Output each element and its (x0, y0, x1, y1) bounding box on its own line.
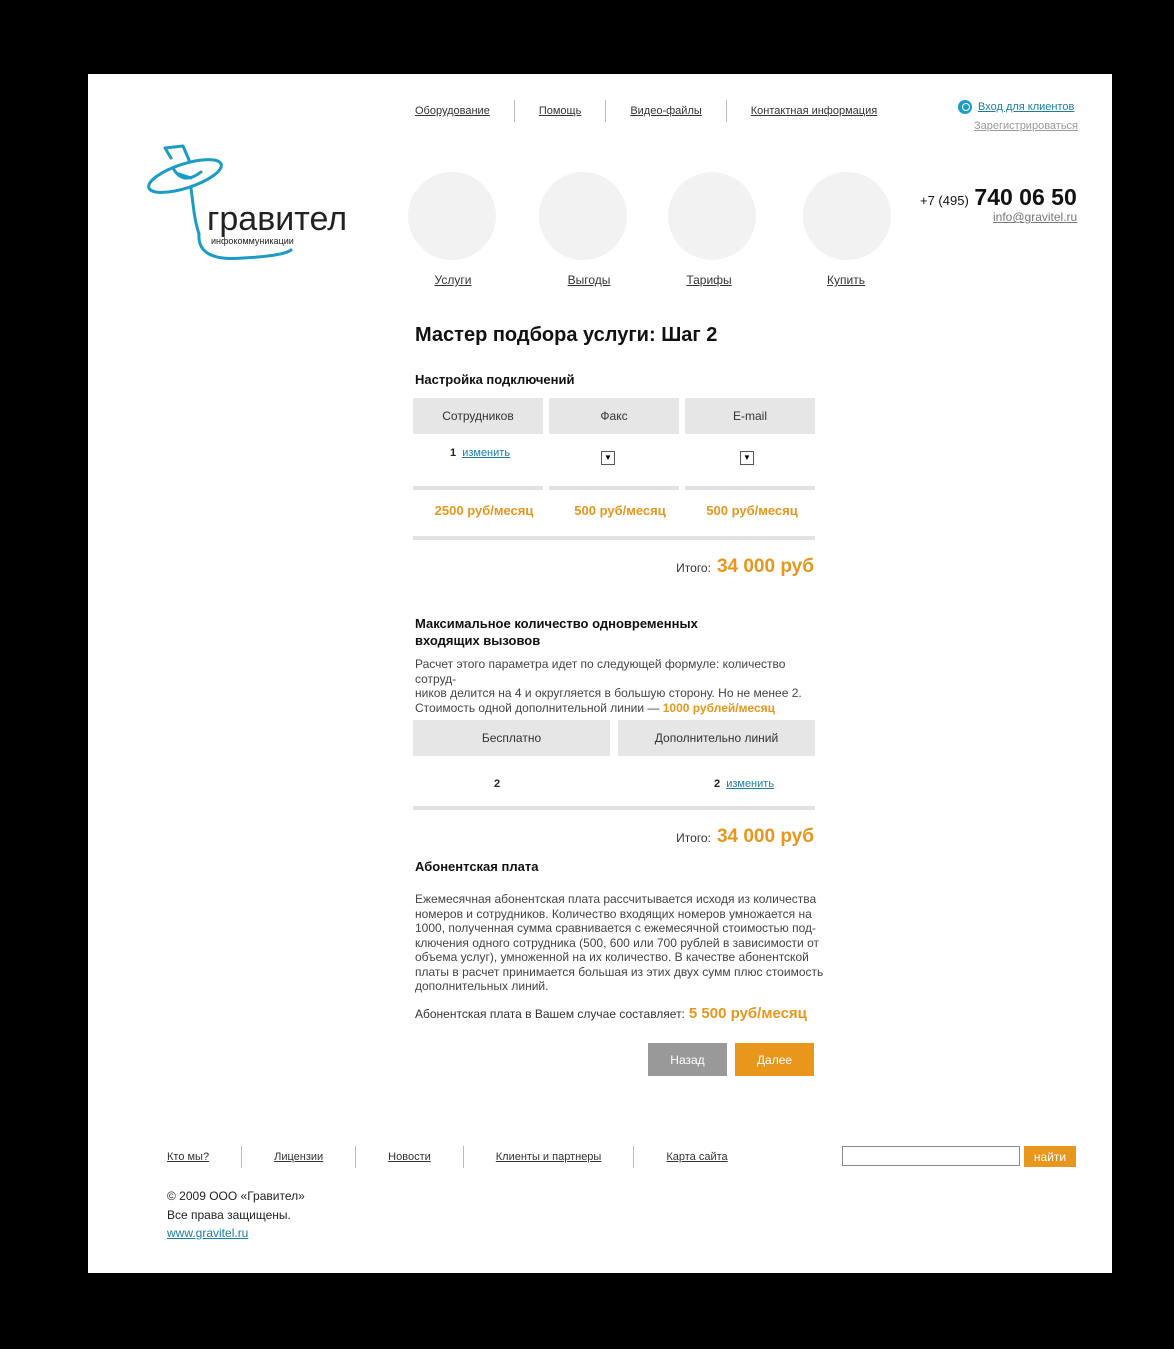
menu-services-icon[interactable] (408, 172, 496, 260)
rights: Все права защищены. (167, 1208, 291, 1222)
price-fax: 500 руб/месяц (574, 503, 666, 518)
divider (685, 486, 815, 490)
menu-benefits-icon[interactable] (539, 172, 627, 260)
logo-icon: гравител инфокоммуникации (147, 144, 347, 260)
divider (413, 536, 815, 540)
total-label: Итого: (676, 561, 711, 575)
page-title: Мастер подбора услуги: Шаг 2 (415, 324, 718, 346)
back-button[interactable]: Назад (648, 1043, 727, 1076)
login-label[interactable]: Вход для клиентов (978, 101, 1074, 113)
employees-value: 1 изменить (450, 447, 510, 459)
logo-text: гравител (207, 200, 347, 238)
login-link[interactable]: Вход для клиентов (958, 100, 1074, 114)
phone-number: 740 06 50 (974, 184, 1077, 210)
email-link[interactable]: info@gravitel.ru (993, 210, 1077, 224)
col-fax: Факс (549, 398, 679, 434)
fee-line: 1000, полученная сумма сравнивается с еж… (415, 921, 817, 935)
logo-subtext: инфокоммуникации (211, 236, 294, 246)
line-price: 1000 рублей/месяц (662, 700, 776, 715)
divider (413, 486, 543, 490)
menu-benefits[interactable]: Выгоды (539, 273, 639, 287)
employees-count: 1 (450, 447, 457, 459)
desc-text: Стоимость одной дополнительной линии — (415, 700, 660, 715)
phone: +7 (495) 740 06 50 (920, 184, 1077, 211)
footer-clients[interactable]: Клиенты и партнеры (462, 1146, 634, 1168)
col-employees: Сотрудников (413, 398, 543, 434)
fax-select[interactable]: ▼ (601, 451, 615, 465)
fee-title: Абонентская плата (415, 859, 539, 874)
price-email: 500 руб/месяц (706, 503, 798, 518)
fee-line: Ежемесячная абонентская плата рассчитыва… (415, 892, 817, 906)
chevron-down-icon: ▼ (743, 453, 751, 462)
fee-result-value: 5 500 руб/месяц (688, 1005, 807, 1022)
top-nav: Оборудование Помощь Видео-файлы Контактн… (415, 100, 901, 122)
divider (413, 806, 815, 810)
footer-licenses[interactable]: Лицензии (241, 1146, 355, 1168)
footer-news[interactable]: Новости (355, 1146, 463, 1168)
menu-services[interactable]: Услуги (403, 273, 503, 287)
footer-about[interactable]: Кто мы? (167, 1146, 241, 1168)
calls-total: Итого: 34 000 руб (676, 826, 814, 848)
fee-result: Абонентская плата в Вашем случае составл… (415, 1005, 807, 1022)
email-select[interactable]: ▼ (740, 451, 754, 465)
extra-lines-value: 2 изменить (714, 778, 774, 790)
top-nav-equipment[interactable]: Оборудование (415, 100, 514, 122)
fee-line: объема услуг), умноженной на их количест… (415, 950, 809, 964)
col-free: Бесплатно (413, 720, 610, 756)
desc-line: ников делится на 4 и округляется в больш… (415, 686, 802, 700)
connections-title: Настройка подключений (415, 372, 575, 387)
calls-title: Максимальное количество одновременных вх… (415, 615, 698, 649)
register-link[interactable]: Зарегистрироваться (974, 120, 1078, 132)
total-value: 34 000 руб (716, 826, 814, 847)
fee-line: номеров и сотрудников. Количество входящ… (415, 906, 812, 921)
menu-buy-icon[interactable] (803, 172, 891, 260)
next-button[interactable]: Далее (735, 1043, 814, 1076)
fee-description: Ежемесячная абонентская плата рассчитыва… (415, 892, 835, 994)
page: гравител инфокоммуникации Оборудование П… (88, 74, 1112, 1273)
chevron-down-icon: ▼ (604, 453, 612, 462)
menu-tariffs-icon[interactable] (668, 172, 756, 260)
menu-tariffs[interactable]: Тарифы (659, 273, 759, 287)
logo[interactable]: гравител инфокоммуникации (143, 144, 373, 269)
copyright: © 2009 ООО «Гравител» (167, 1189, 305, 1203)
desc-line: Расчет этого параметра идет по следующей… (415, 657, 786, 686)
top-nav-help[interactable]: Помощь (513, 100, 606, 122)
price-employees: 2500 руб/месяц (434, 503, 534, 518)
user-icon (958, 100, 972, 114)
site-link[interactable]: www.gravitel.ru (167, 1226, 248, 1240)
search-button[interactable]: найти (1024, 1146, 1076, 1167)
footer-sitemap[interactable]: Карта сайта (633, 1146, 759, 1168)
calls-title-line: входящих вызовов (415, 633, 541, 648)
calls-description: Расчет этого параметра идет по следующей… (415, 657, 825, 715)
fee-line: дополнительных линий. (415, 979, 549, 993)
menu-buy[interactable]: Купить (796, 273, 896, 287)
col-extra-lines: Дополнительно линий (618, 720, 815, 756)
total-value: 34 000 руб (716, 556, 814, 577)
footer-nav: Кто мы? Лицензии Новости Клиенты и партн… (167, 1146, 760, 1168)
change-employees-link[interactable]: изменить (462, 447, 510, 459)
total-label: Итого: (676, 831, 711, 845)
desc-line: Стоимость одной дополнительной линии — 1… (415, 701, 825, 716)
connections-total: Итого: 34 000 руб (676, 556, 814, 578)
fee-line: ключения одного сотрудника (500, 600 или… (415, 935, 819, 950)
change-lines-link[interactable]: изменить (726, 778, 774, 790)
search-input[interactable] (842, 1146, 1020, 1166)
fee-result-label: Абонентская плата в Вашем случае составл… (415, 1007, 685, 1021)
divider (549, 486, 679, 490)
fee-line: платы в расчет принимается большая из эт… (415, 964, 824, 979)
top-nav-video[interactable]: Видео-файлы (605, 100, 725, 122)
col-email: E-mail (685, 398, 815, 434)
top-nav-contacts[interactable]: Контактная информация (725, 100, 901, 122)
calls-title-line: Максимальное количество одновременных (415, 616, 698, 631)
free-lines-value: 2 (494, 778, 501, 790)
phone-prefix: +7 (495) (920, 193, 969, 208)
extra-lines-count: 2 (714, 778, 721, 790)
